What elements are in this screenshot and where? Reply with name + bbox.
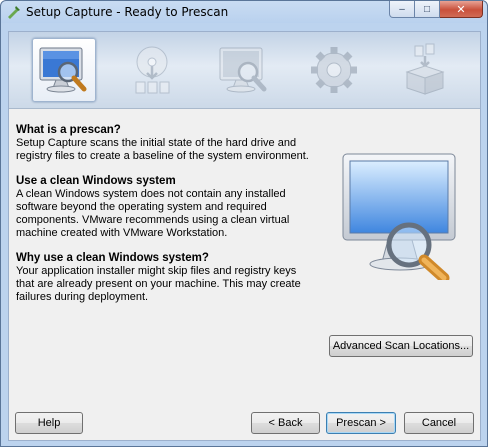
title-bar[interactable]: Setup Capture - Ready to Prescan ‒ □ ✕: [1, 1, 487, 25]
step-configure: [302, 38, 366, 102]
section-body: Your application installer might skip fi…: [16, 265, 301, 303]
window-title: Setup Capture - Ready to Prescan: [26, 5, 229, 19]
back-button[interactable]: < Back: [251, 412, 320, 434]
setup-capture-window: Setup Capture - Ready to Prescan ‒ □ ✕ W…: [0, 0, 488, 447]
cancel-button[interactable]: Cancel: [404, 412, 474, 434]
section-body: A clean Windows system does not contain …: [16, 188, 290, 239]
step-banner: [9, 32, 480, 109]
step-build: [393, 38, 457, 102]
advanced-scan-locations-button[interactable]: Advanced Scan Locations...: [329, 335, 473, 357]
description-area: What is a prescan? Setup Capture scans t…: [16, 124, 316, 316]
step-prescan: [32, 38, 96, 102]
gear-icon: [311, 47, 357, 93]
section-body: Setup Capture scans the initial state of…: [16, 137, 309, 162]
minimize-button[interactable]: ‒: [389, 1, 415, 18]
app-icon: [8, 6, 20, 19]
help-button[interactable]: Help: [15, 412, 83, 434]
caption-buttons: ‒ □ ✕: [389, 1, 483, 18]
monitor-magnifier-illustration-icon: [342, 153, 456, 280]
wizard-body: What is a prescan? Setup Capture scans t…: [8, 31, 481, 441]
section-what-is-prescan: What is a prescan? Setup Capture scans t…: [16, 124, 316, 163]
step-postscan: [212, 38, 276, 102]
section-heading: What is a prescan?: [16, 124, 121, 136]
maximize-button[interactable]: □: [415, 1, 440, 18]
close-button[interactable]: ✕: [440, 1, 483, 18]
section-clean-system: Use a clean Windows system A clean Windo…: [16, 175, 316, 240]
monitor-magnifier-icon: [219, 47, 267, 93]
prescan-button[interactable]: Prescan >: [326, 412, 396, 434]
section-heading: Why use a clean Windows system?: [16, 252, 209, 264]
section-heading: Use a clean Windows system: [16, 175, 176, 187]
step-install: [120, 38, 184, 102]
monitor-magnifier-icon: [39, 47, 87, 93]
section-why-clean: Why use a clean Windows system? Your app…: [16, 252, 316, 304]
disc-install-icon: [135, 46, 170, 94]
package-files-icon: [405, 43, 445, 95]
